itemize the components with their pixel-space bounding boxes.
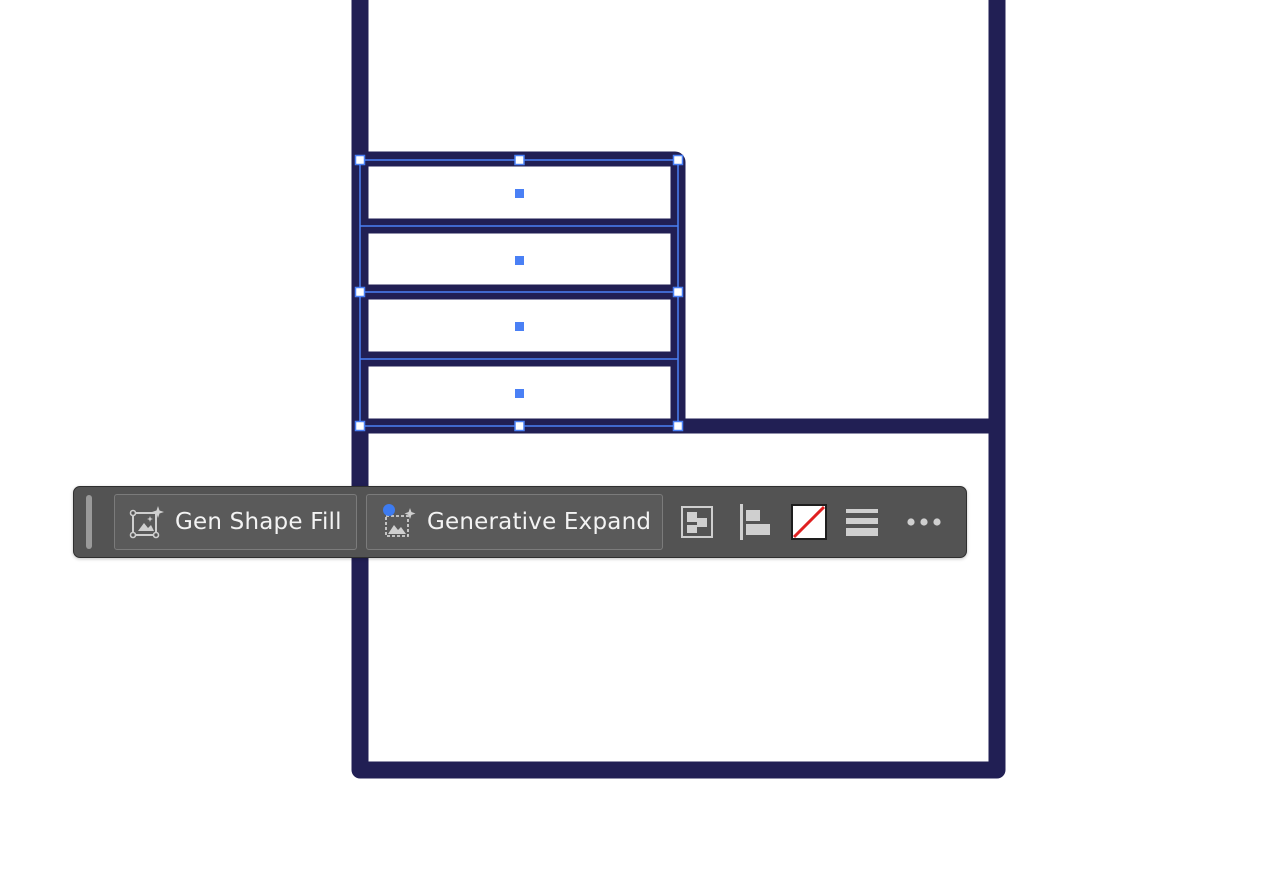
contextual-task-bar: Gen Shape Fill Generative Expand [73,486,967,558]
handle-top-right [672,154,684,166]
gen-shape-fill-button[interactable]: Gen Shape Fill [114,494,357,550]
gen-shape-fill-icon [129,506,164,539]
handle-bottom-center [514,420,525,432]
align-left-icon[interactable] [735,499,775,545]
handle-middle-left [354,286,366,298]
handle-top-left [354,154,366,166]
generative-expand-label: Generative Expand [427,509,652,535]
stroke-weight-icon[interactable] [842,499,882,545]
no-fill-swatch-icon[interactable] [789,499,829,545]
drag-handle[interactable] [86,495,92,549]
handle-top-center [514,154,525,166]
handle-bottom-right [672,420,684,432]
gen-shape-fill-label: Gen Shape Fill [175,509,342,535]
handle-bottom-left [354,420,366,432]
arrange-icon[interactable] [677,499,717,545]
more-options-icon[interactable] [904,499,944,545]
generative-expand-icon [383,504,416,537]
handle-middle-right [672,286,684,298]
artboard-canvas[interactable] [0,0,1288,888]
generative-expand-button[interactable]: Generative Expand [366,494,663,550]
